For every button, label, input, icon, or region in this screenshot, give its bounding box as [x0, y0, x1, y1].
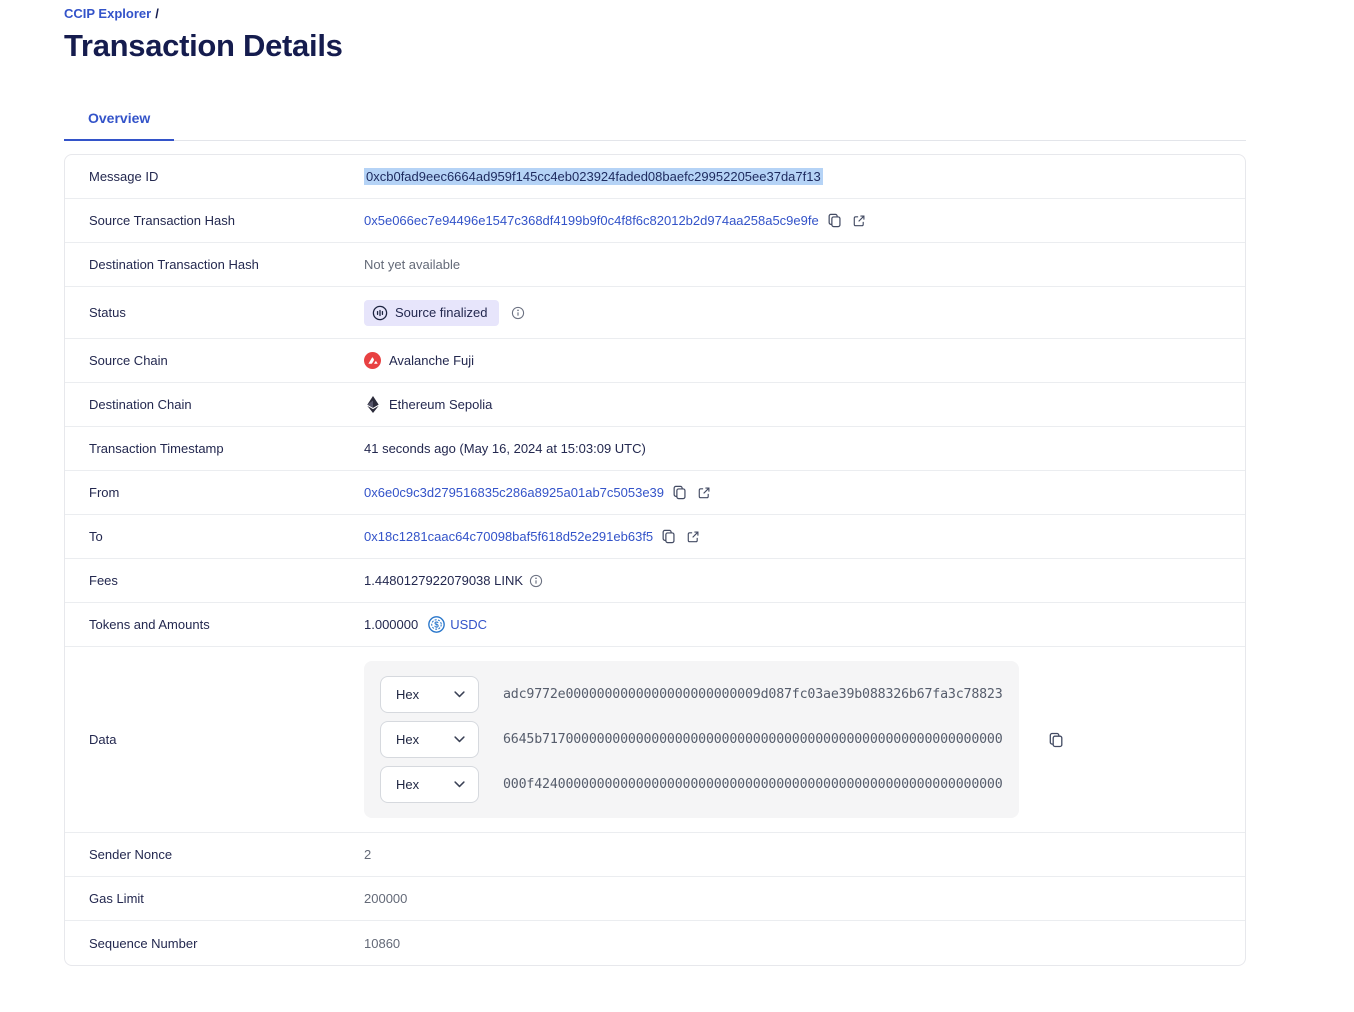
fees-info-icon[interactable]: [529, 574, 543, 588]
data-line: Hex adc9772e0000000000000000000000009d08…: [380, 676, 1003, 713]
to-address-link[interactable]: 0x18c1281caac64c70098baf5f618d52e291eb63…: [364, 529, 653, 544]
row-label: Sequence Number: [65, 936, 364, 951]
table-row-source-tx-hash: Source Transaction Hash 0x5e066ec7e94496…: [65, 199, 1245, 243]
table-row-fees: Fees 1.4480127922079038 LINK: [65, 559, 1245, 603]
page-content: CCIP Explorer / Transaction Details Overv…: [64, 0, 1246, 966]
row-label: Tokens and Amounts: [65, 617, 364, 632]
row-label: Destination Chain: [65, 397, 364, 412]
hex-format-select[interactable]: Hex: [380, 676, 479, 713]
source-tx-hash-link[interactable]: 0x5e066ec7e94496e1547c368df4199b9f0c4f8f…: [364, 213, 819, 228]
source-chain-name: Avalanche Fuji: [389, 353, 474, 368]
status-badge-label: Source finalized: [395, 305, 488, 320]
usdc-icon: $: [428, 616, 445, 633]
row-label: Message ID: [65, 169, 364, 184]
message-id-value[interactable]: 0xcb0fad9eec6664ad959f145cc4eb023924fade…: [364, 168, 823, 185]
ethereum-icon: [364, 396, 381, 413]
table-row-gas-limit: Gas Limit 200000: [65, 877, 1245, 921]
row-label: From: [65, 485, 364, 500]
table-row-sender-nonce: Sender Nonce 2: [65, 833, 1245, 877]
chevron-down-icon: [454, 691, 465, 698]
copy-icon[interactable]: [827, 213, 842, 228]
hex-format-label: Hex: [396, 732, 419, 747]
table-row-dest-tx-hash: Destination Transaction Hash Not yet ava…: [65, 243, 1245, 287]
table-row-status: Status Source finalized: [65, 287, 1245, 339]
sender-nonce-value: 2: [364, 847, 371, 862]
row-label: Gas Limit: [65, 891, 364, 906]
data-hex-value: 000f424000000000000000000000000000000000…: [503, 777, 1003, 792]
token-amount: 1.000000: [364, 617, 418, 632]
transaction-details-table: Message ID 0xcb0fad9eec6664ad959f145cc4e…: [64, 154, 1246, 966]
breadcrumb-separator: /: [155, 6, 159, 21]
sequence-number-value: 10860: [364, 936, 400, 951]
fees-value: 1.4480127922079038 LINK: [364, 573, 523, 588]
status-badge: Source finalized: [364, 300, 499, 326]
tab-overview[interactable]: Overview: [64, 101, 174, 141]
avalanche-icon: [364, 352, 381, 369]
hex-format-select[interactable]: Hex: [380, 766, 479, 803]
row-label: Transaction Timestamp: [65, 441, 364, 456]
token-symbol-link[interactable]: USDC: [450, 617, 487, 632]
tab-bar: Overview: [64, 101, 1246, 141]
data-hex-value: 6645b71700000000000000000000000000000000…: [503, 732, 1003, 747]
hex-format-label: Hex: [396, 777, 419, 792]
external-link-icon[interactable]: [852, 214, 866, 228]
copy-icon[interactable]: [661, 529, 676, 544]
status-info-icon[interactable]: [511, 306, 525, 320]
external-link-icon[interactable]: [697, 486, 711, 500]
gas-limit-value: 200000: [364, 891, 407, 906]
table-row-source-chain: Source Chain Avalanche Fuji: [65, 339, 1245, 383]
svg-text:$: $: [434, 620, 439, 629]
row-label: To: [65, 529, 364, 544]
dest-chain-name: Ethereum Sepolia: [389, 397, 492, 412]
copy-icon[interactable]: [672, 485, 687, 500]
hex-format-select[interactable]: Hex: [380, 721, 479, 758]
table-row-data: Data Hex adc9772e00000000000000000000000…: [65, 647, 1245, 833]
chevron-down-icon: [454, 736, 465, 743]
chevron-down-icon: [454, 781, 465, 788]
table-row-from: From 0x6e0c9c3d279516835c286a8925a01ab7c…: [65, 471, 1245, 515]
table-row-message-id: Message ID 0xcb0fad9eec6664ad959f145cc4e…: [65, 155, 1245, 199]
copy-data-icon[interactable]: [1048, 732, 1064, 748]
row-label: Destination Transaction Hash: [65, 257, 364, 272]
row-label: Sender Nonce: [65, 847, 364, 862]
table-row-timestamp: Transaction Timestamp 41 seconds ago (Ma…: [65, 427, 1245, 471]
row-label: Data: [65, 732, 364, 747]
status-progress-icon: [372, 305, 388, 321]
row-label: Source Chain: [65, 353, 364, 368]
data-line: Hex 6645b7170000000000000000000000000000…: [380, 721, 1003, 758]
row-label: Source Transaction Hash: [65, 213, 364, 228]
table-row-to: To 0x18c1281caac64c70098baf5f618d52e291e…: [65, 515, 1245, 559]
breadcrumb: CCIP Explorer /: [64, 6, 1246, 21]
page-title: Transaction Details: [64, 28, 1246, 64]
breadcrumb-ccip-explorer-link[interactable]: CCIP Explorer: [64, 6, 151, 21]
dest-tx-hash-value: Not yet available: [364, 257, 460, 272]
from-address-link[interactable]: 0x6e0c9c3d279516835c286a8925a01ab7c5053e…: [364, 485, 664, 500]
table-row-dest-chain: Destination Chain Ethereum Sepolia: [65, 383, 1245, 427]
external-link-icon[interactable]: [686, 530, 700, 544]
table-row-tokens: Tokens and Amounts 1.000000 $ USDC: [65, 603, 1245, 647]
row-label: Fees: [65, 573, 364, 588]
data-line: Hex 000f42400000000000000000000000000000…: [380, 766, 1003, 803]
data-panel: Hex adc9772e0000000000000000000000009d08…: [364, 661, 1019, 818]
hex-format-label: Hex: [396, 687, 419, 702]
timestamp-value: 41 seconds ago (May 16, 2024 at 15:03:09…: [364, 441, 646, 456]
row-label: Status: [65, 305, 364, 320]
table-row-sequence-number: Sequence Number 10860: [65, 921, 1245, 965]
data-hex-value: adc9772e0000000000000000000000009d087fc0…: [503, 687, 1003, 702]
